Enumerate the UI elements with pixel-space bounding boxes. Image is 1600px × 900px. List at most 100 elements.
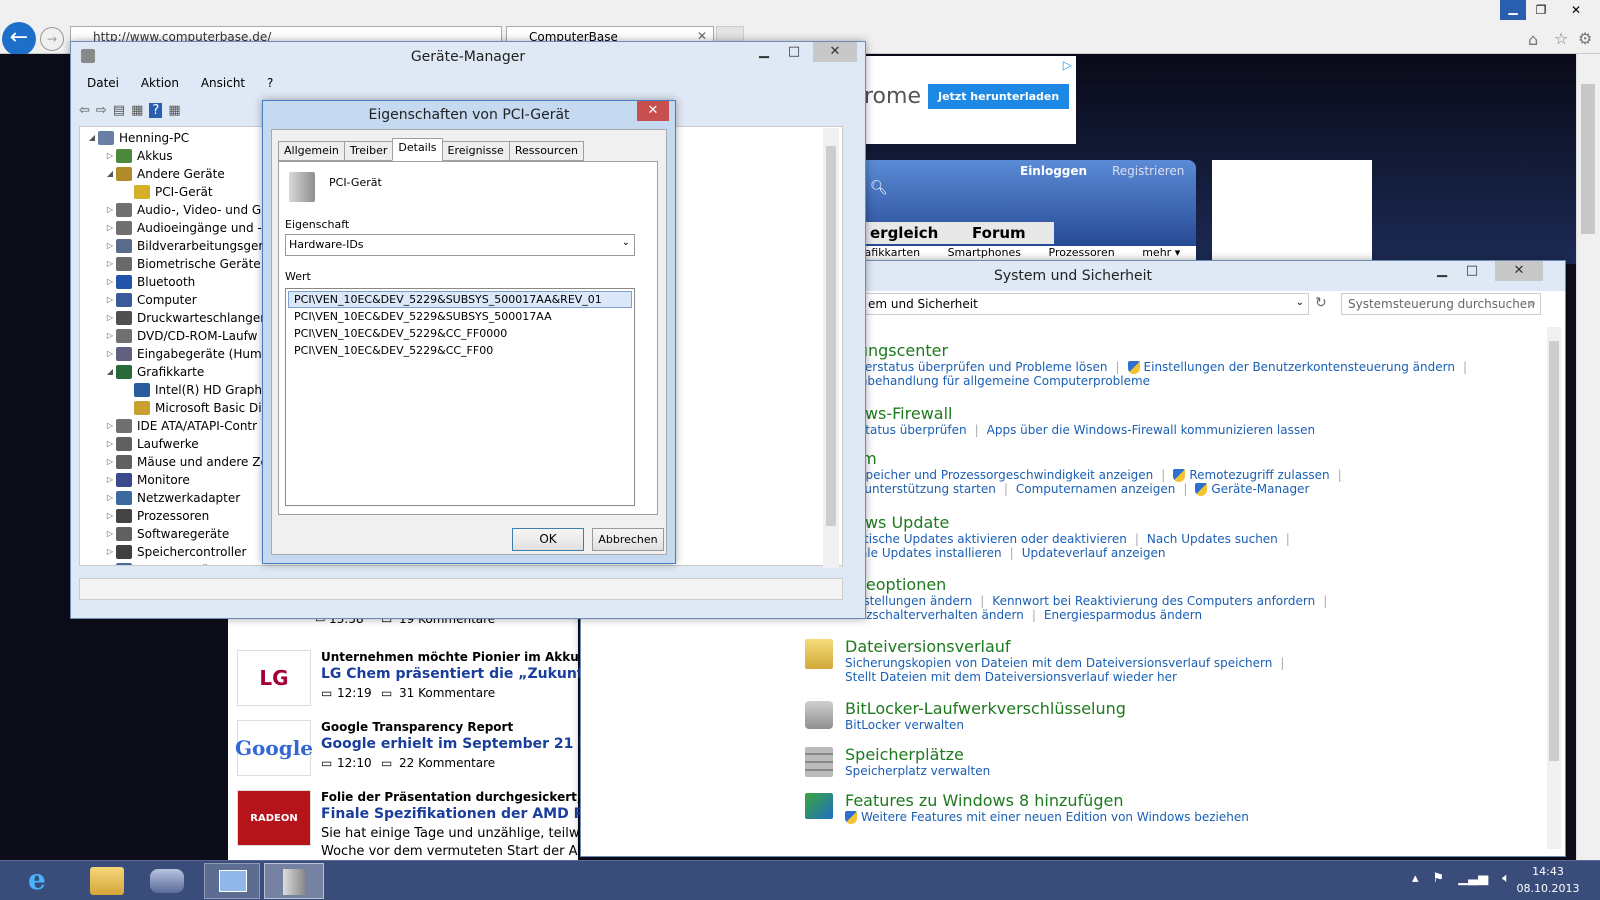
page-scrollbar[interactable] xyxy=(1576,54,1600,860)
expander-icon[interactable]: ▷ xyxy=(104,273,116,291)
close-icon[interactable]: ✕ xyxy=(813,42,857,62)
cp-link[interactable]: Geräte-Manager xyxy=(1211,482,1309,496)
subnav-item[interactable]: rafikkarten xyxy=(860,246,920,259)
expander-icon[interactable]: ▷ xyxy=(104,561,116,565)
news-headline[interactable]: LG Chem präsentiert die „Zukunft xyxy=(321,666,590,682)
maximize-icon[interactable]: □ xyxy=(1457,261,1487,281)
menu-ansicht[interactable]: Ansicht xyxy=(201,76,245,90)
device-tree-scrollbar[interactable] xyxy=(823,128,839,568)
cp-link[interactable]: BitLocker verwalten xyxy=(845,718,964,732)
scrollbar-thumb[interactable] xyxy=(1549,341,1559,761)
ie-taskbar-button[interactable]: e xyxy=(28,865,62,897)
cp-link[interactable]: Sicherungskopien von Dateien mit dem Dat… xyxy=(845,656,1272,670)
close-icon[interactable]: ✕ xyxy=(637,101,669,121)
ad-button[interactable]: Jetzt herunterladen xyxy=(928,84,1070,109)
section-title[interactable]: BitLocker-Laufwerkverschlüsselung xyxy=(845,699,1126,718)
cp-link[interactable]: oteunterstützung starten xyxy=(845,482,996,496)
back-button[interactable]: ← xyxy=(2,22,36,56)
cp-link[interactable]: Nach Updates suchen xyxy=(1147,532,1278,546)
expander-icon[interactable]: ▷ xyxy=(104,219,116,237)
cp-link[interactable]: Kennwort bei Reaktivierung des Computers… xyxy=(992,594,1315,608)
tray-expand-icon[interactable]: ▴ xyxy=(1412,871,1419,886)
value-item[interactable]: PCI\VEN_10EC&DEV_5229&SUBSYS_500017AA xyxy=(288,308,632,325)
news-item[interactable]: RADEON Folie der Präsentation durchgesic… xyxy=(237,790,595,860)
nav-tab-forum[interactable]: Forum xyxy=(944,222,1054,244)
expander-icon[interactable]: ▷ xyxy=(104,417,116,435)
search-icon[interactable]: ⌕ xyxy=(1529,296,1536,311)
refresh-icon[interactable]: ↻ xyxy=(1315,295,1327,311)
cp-link[interactable]: Computernamen anzeigen xyxy=(1016,482,1175,496)
login-link[interactable]: Einloggen xyxy=(1020,164,1087,178)
cp-link[interactable]: lembehandlung für allgemeine Computerpro… xyxy=(845,374,1150,388)
search-input[interactable]: Systemsteuerung durchsuchen ⌕ xyxy=(1341,293,1541,315)
subnav-item[interactable]: Smartphones xyxy=(948,246,1021,259)
help-icon[interactable]: ? xyxy=(149,102,163,118)
expander-icon[interactable]: ▷ xyxy=(104,471,116,489)
expander-icon[interactable]: ◢ xyxy=(104,363,116,381)
expander-icon[interactable]: ▷ xyxy=(104,201,116,219)
section-title[interactable]: tem xyxy=(845,449,1350,468)
expander-icon[interactable]: ◢ xyxy=(86,129,98,147)
cp-link[interactable]: puterstatus überprüfen und Probleme löse… xyxy=(845,360,1107,374)
subnav-item[interactable]: Prozessoren xyxy=(1049,246,1115,259)
section-title[interactable]: dows Update xyxy=(845,513,1298,532)
cp-link[interactable]: Apps über die Windows-Firewall kommunizi… xyxy=(987,423,1315,437)
tab-allgemein[interactable]: Allgemein xyxy=(278,141,345,161)
properties-icon[interactable]: ▦ xyxy=(131,103,143,118)
cp-link[interactable]: matische Updates aktivieren oder deaktiv… xyxy=(845,532,1127,546)
expander-icon[interactable]: ▷ xyxy=(104,543,116,561)
expander-icon[interactable]: ▷ xyxy=(104,309,116,327)
ad-banner[interactable]: rome Jetzt herunterladen ▷ xyxy=(860,56,1076,144)
favorites-star-icon[interactable]: ☆ xyxy=(1554,29,1568,48)
cp-link[interactable]: Stellt Dateien mit dem Dateiversionsverl… xyxy=(845,670,1177,684)
minimize-icon[interactable]: ▁ xyxy=(1427,261,1457,281)
show-hide-tree-icon[interactable]: ▤ xyxy=(113,103,125,118)
news-comments[interactable]: 31 Kommentare xyxy=(399,686,495,700)
control-panel-taskbar-button[interactable] xyxy=(204,863,260,899)
cancel-button[interactable]: Abbrechen xyxy=(592,528,664,551)
section-title[interactable]: Dateiversionsverlauf xyxy=(845,637,1292,656)
section-title[interactable]: rtungscenter xyxy=(845,341,1475,360)
search-icon[interactable]: 🔍︎ xyxy=(870,180,888,196)
section-title[interactable]: rgieoptionen xyxy=(845,575,1335,594)
scrollbar-thumb[interactable] xyxy=(1581,84,1595,234)
cp-link[interactable]: Weitere Features mit einer neuen Edition… xyxy=(861,810,1249,824)
expander-icon[interactable]: ▷ xyxy=(104,489,116,507)
network-icon[interactable]: ▁▃▅ xyxy=(1458,871,1488,886)
expander-icon[interactable]: ▷ xyxy=(104,507,116,525)
section-title[interactable]: dows-Firewall xyxy=(845,404,1315,423)
expander-icon[interactable]: ▷ xyxy=(104,525,116,543)
clock[interactable]: 14:43 08.10.2013 xyxy=(1510,863,1586,897)
subnav-item[interactable]: mehr ▾ xyxy=(1142,246,1180,259)
value-item[interactable]: PCI\VEN_10EC&DEV_5229&CC_FF0000 xyxy=(288,325,632,342)
value-item-selected[interactable]: PCI\VEN_10EC&DEV_5229&SUBSYS_500017AA&RE… xyxy=(288,291,632,308)
chevron-down-icon[interactable]: ⌄ xyxy=(1296,297,1304,308)
action-center-icon[interactable]: ⚑ xyxy=(1433,871,1445,886)
minimize-icon[interactable]: ▁ xyxy=(749,42,779,62)
expander-icon[interactable]: ▷ xyxy=(104,237,116,255)
cp-link[interactable]: Remotezugriff zulassen xyxy=(1189,468,1329,482)
section-title[interactable]: Features zu Windows 8 hinzufügen xyxy=(845,791,1249,810)
drive-taskbar-button[interactable] xyxy=(150,869,184,893)
expander-icon[interactable]: ▷ xyxy=(104,255,116,273)
tab-ereignisse[interactable]: Ereignisse xyxy=(441,141,510,161)
expander-icon[interactable]: ▷ xyxy=(104,345,116,363)
menu-aktion[interactable]: Aktion xyxy=(141,76,179,90)
explorer-taskbar-button[interactable] xyxy=(90,867,124,895)
minimize-icon[interactable]: ▁ xyxy=(1500,0,1526,20)
menu-datei[interactable]: Datei xyxy=(87,76,119,90)
value-list[interactable]: PCI\VEN_10EC&DEV_5229&SUBSYS_500017AA&RE… xyxy=(285,288,635,506)
adchoices-icon[interactable]: ▷ xyxy=(1063,58,1072,72)
scrollbar-thumb[interactable] xyxy=(826,146,836,526)
expander-icon[interactable]: ▷ xyxy=(104,327,116,345)
value-item[interactable]: PCI\VEN_10EC&DEV_5229&CC_FF00 xyxy=(288,342,632,359)
expander-icon[interactable]: ▷ xyxy=(104,147,116,165)
news-headline[interactable]: Finale Spezifikationen der AMD Ra xyxy=(321,806,594,822)
section-title[interactable]: Speicherplätze xyxy=(845,745,990,764)
chevron-down-icon[interactable]: ⌄ xyxy=(622,237,630,248)
ok-button[interactable]: OK xyxy=(512,528,584,551)
device-manager-titlebar[interactable]: Geräte-Manager ▁ □ ✕ xyxy=(71,42,865,72)
news-item[interactable]: LG Unternehmen möchte Pionier im Akkum L… xyxy=(237,650,591,716)
news-comments[interactable]: 22 Kommentare xyxy=(399,756,495,770)
tab-treiber[interactable]: Treiber xyxy=(343,141,394,161)
